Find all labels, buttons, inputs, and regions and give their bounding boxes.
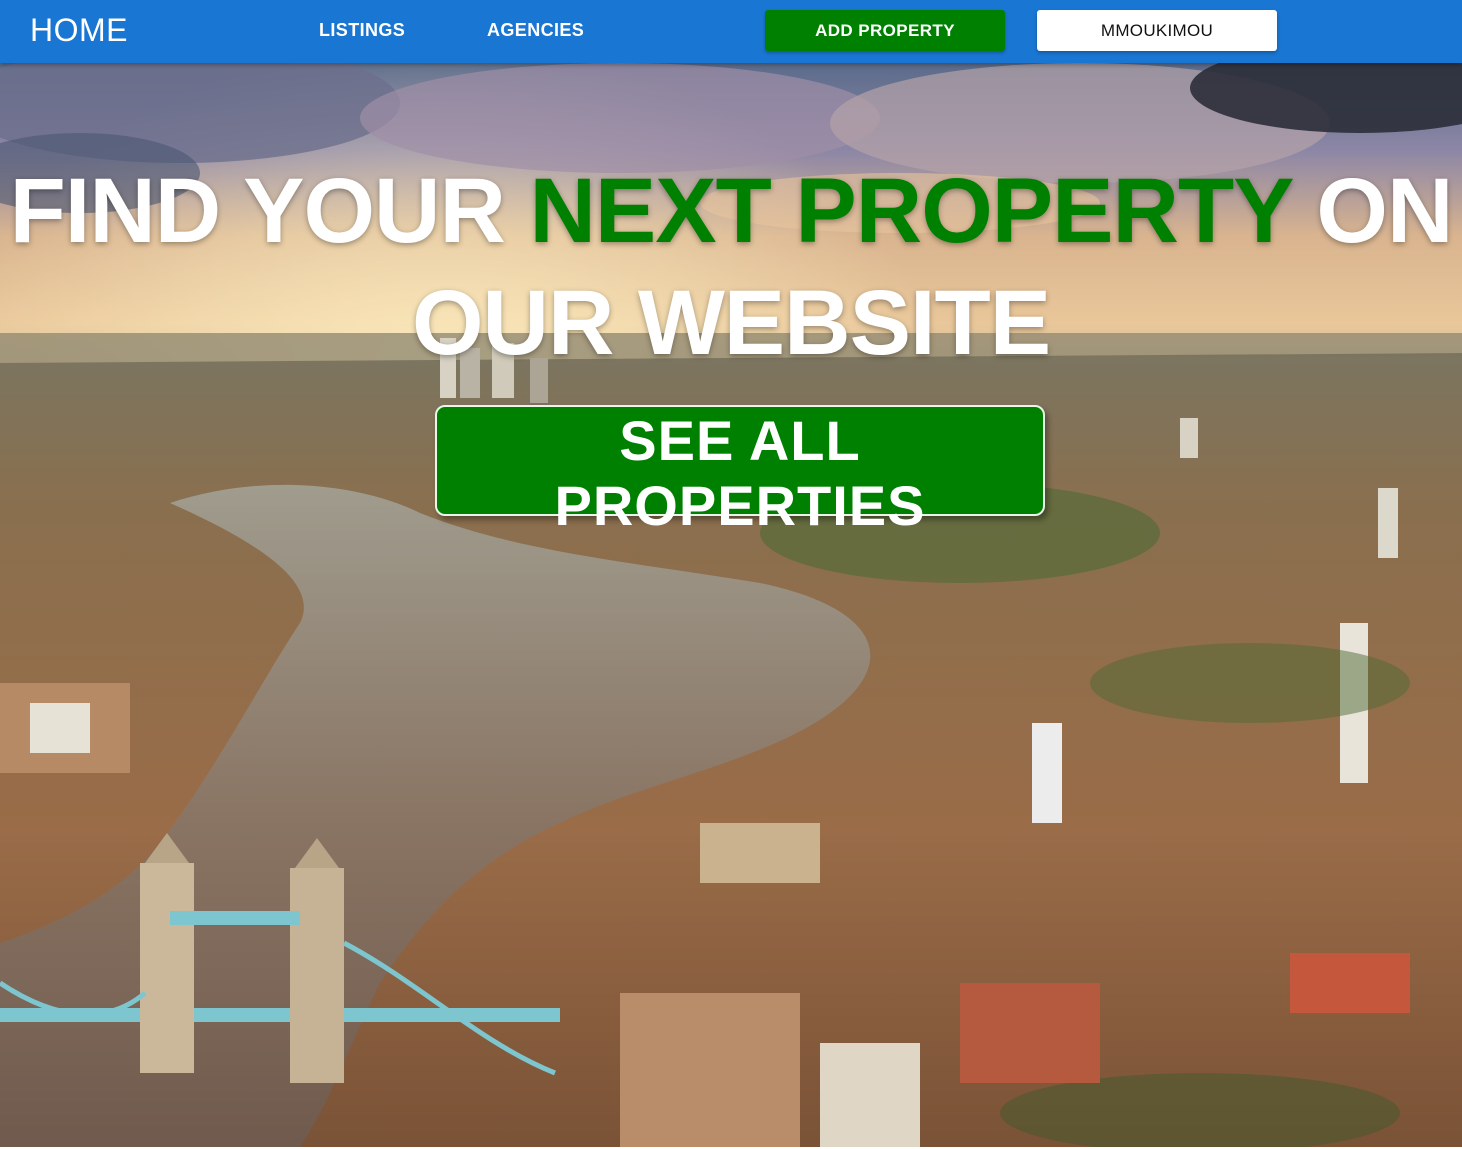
- nav-agencies-link[interactable]: AGENCIES: [487, 20, 584, 41]
- user-account-button[interactable]: MMOUKIMOU: [1037, 10, 1277, 51]
- hero-section: FIND YOUR NEXT PROPERTY ON OUR WEBSITE S…: [0, 63, 1462, 1147]
- top-navbar: HOME LISTINGS AGENCIES ADD PROPERTY MMOU…: [0, 0, 1462, 63]
- nav-listings-link[interactable]: LISTINGS: [319, 20, 405, 41]
- see-all-properties-button[interactable]: SEE ALL PROPERTIES: [435, 405, 1045, 537]
- add-property-button[interactable]: ADD PROPERTY: [765, 10, 1005, 51]
- hero-headline-part1: FIND YOUR: [9, 160, 530, 262]
- nav-home-link[interactable]: HOME: [30, 12, 128, 49]
- hero-headline-accent: NEXT PROPERTY: [529, 160, 1292, 262]
- hero-headline: FIND YOUR NEXT PROPERTY ON OUR WEBSITE: [0, 155, 1462, 379]
